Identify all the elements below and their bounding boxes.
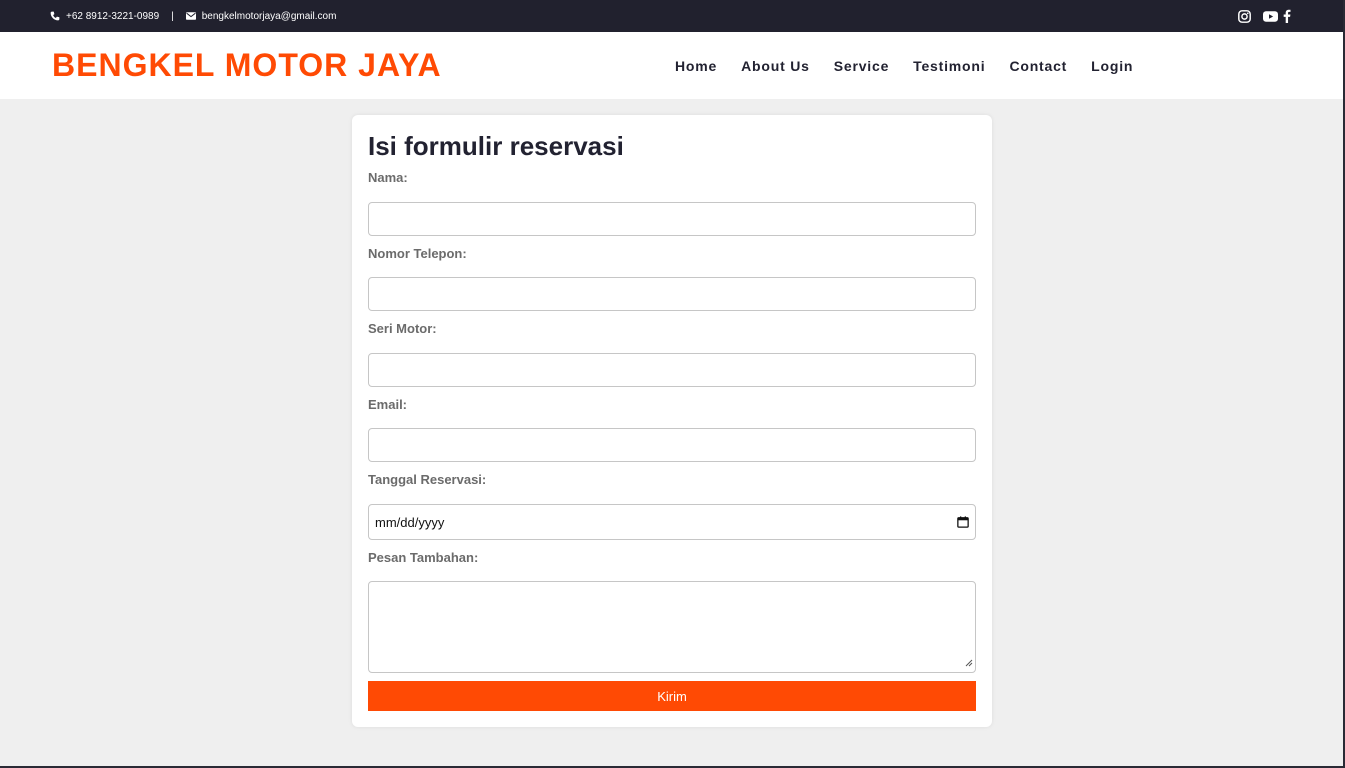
form-title: Isi formulir reservasi <box>368 131 624 161</box>
tanggal-label: Tanggal Reservasi: <box>368 472 487 487</box>
instagram-icon[interactable] <box>1238 9 1251 23</box>
nama-label: Nama: <box>368 170 408 185</box>
pesan-label: Pesan Tambahan: <box>368 550 479 565</box>
reservation-form-card: Isi formulir reservasi Nama: Nomor Telep… <box>352 115 992 727</box>
contact-info: +62 8912-3221-0989 | bengkelmotorjaya@gm… <box>50 0 336 32</box>
pesan-textarea[interactable] <box>368 581 976 673</box>
youtube-icon[interactable] <box>1263 10 1278 22</box>
tanggal-date-input[interactable]: mm/dd/yyyy <box>368 504 976 540</box>
nama-input[interactable] <box>368 202 976 236</box>
phone-icon <box>50 11 60 21</box>
social-links <box>1238 0 1291 32</box>
date-value: mm/dd/yyyy <box>375 514 445 530</box>
telepon-input[interactable] <box>368 277 976 311</box>
site-logo[interactable]: BENGKEL MOTOR JAYA <box>52 46 442 84</box>
facebook-icon[interactable] <box>1283 9 1291 23</box>
email-label: Email: <box>368 397 408 412</box>
nav-home[interactable]: Home <box>675 58 717 74</box>
phone-number: +62 8912-3221-0989 <box>66 10 160 22</box>
email-address: bengkelmotorjaya@gmail.com <box>201 10 337 22</box>
resize-handle-icon[interactable] <box>965 655 973 670</box>
nav-about-us[interactable]: About Us <box>741 58 810 74</box>
submit-button[interactable]: Kirim <box>368 681 976 711</box>
seri-motor-input[interactable] <box>368 353 976 387</box>
site-header: BENGKEL MOTOR JAYA Home About Us Service… <box>0 32 1343 99</box>
mail-icon <box>185 12 196 20</box>
telepon-label: Nomor Telepon: <box>368 246 467 261</box>
contact-separator: | <box>171 10 174 22</box>
top-bar: +62 8912-3221-0989 | bengkelmotorjaya@gm… <box>0 0 1345 32</box>
nav-login[interactable]: Login <box>1091 58 1133 74</box>
email-input[interactable] <box>368 428 976 462</box>
nav-service[interactable]: Service <box>834 58 889 74</box>
main-nav: Home About Us Service Testimoni Contact … <box>675 32 1133 99</box>
calendar-icon[interactable] <box>957 516 969 528</box>
nav-testimoni[interactable]: Testimoni <box>913 58 985 74</box>
seri-motor-label: Seri Motor: <box>368 321 437 336</box>
nav-contact[interactable]: Contact <box>1009 58 1067 74</box>
